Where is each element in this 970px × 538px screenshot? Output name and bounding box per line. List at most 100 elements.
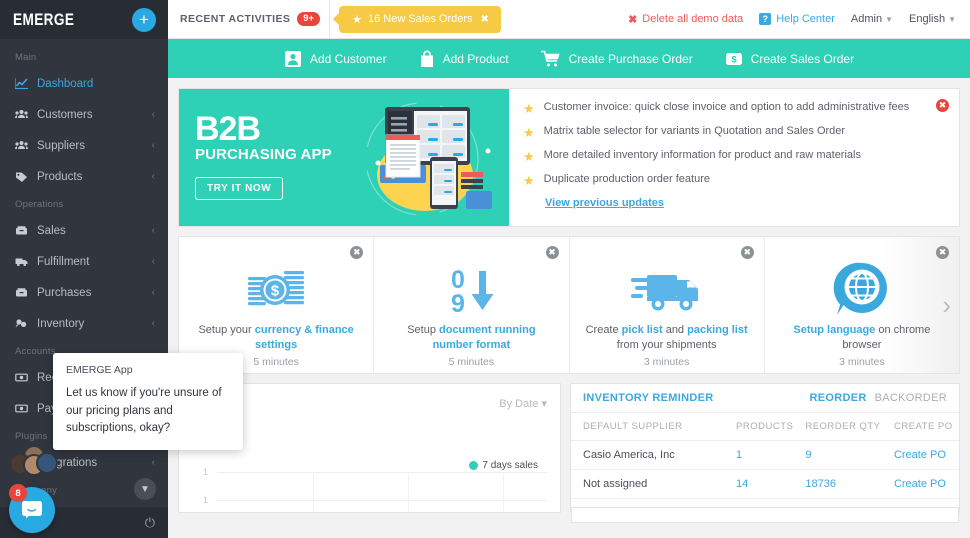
star-icon: ★ <box>523 101 535 116</box>
carousel-next-button[interactable]: › <box>942 292 951 318</box>
chart-gridline <box>408 472 409 512</box>
close-icon[interactable]: ✖ <box>936 99 949 112</box>
setup-card-link-2[interactable]: packing list <box>687 324 748 336</box>
close-icon: ✖ <box>628 13 638 26</box>
setup-card-mid: and <box>662 324 688 336</box>
add-customer-button[interactable]: Add Customer <box>284 50 387 68</box>
setup-card-link[interactable]: document running number format <box>433 324 536 351</box>
close-icon[interactable]: ✖ <box>350 246 364 259</box>
close-icon[interactable]: ✖ <box>545 246 559 259</box>
admin-menu[interactable]: Admin ▼ <box>851 13 893 25</box>
setup-card-language[interactable]: ✖ Setup language on chrome browser 3 min… <box>764 237 959 373</box>
cell-reorder-qty[interactable]: 9 <box>793 440 882 470</box>
chart-group-by-label: By Date <box>499 398 539 410</box>
create-po-link[interactable]: Create PO <box>881 440 959 470</box>
create-purchase-order-button[interactable]: Create Purchase Order <box>540 50 693 68</box>
cell-reorder-qty[interactable]: 18736 <box>793 469 882 499</box>
sidebar-item-label: Products <box>37 170 83 183</box>
setup-card-link[interactable]: currency & finance settings <box>255 324 354 351</box>
try-it-now-button[interactable]: TRY IT NOW <box>195 177 284 201</box>
setup-card-suffix: from your shipments <box>616 338 717 351</box>
svg-text:$: $ <box>271 283 280 300</box>
dollar-badge-icon: $ <box>725 52 742 65</box>
help-center-link[interactable]: ? Help Center <box>759 13 835 25</box>
sidebar-item-dashboard[interactable]: Dashboard <box>0 68 168 99</box>
chat-message-popup[interactable]: EMERGE App Let us know if you're unsure … <box>53 353 243 450</box>
b2b-promo-title: B2B <box>195 110 261 148</box>
view-previous-updates-link[interactable]: View previous updates <box>545 197 945 209</box>
chart-range-toggle[interactable]: 30D <box>192 419 547 431</box>
tab-reorder[interactable]: REORDER <box>810 392 867 404</box>
sidebar-item-purchases[interactable]: Purchases ‹ <box>0 277 168 308</box>
svg-text:9: 9 <box>451 290 465 316</box>
setup-card-link[interactable]: Setup language <box>793 324 875 336</box>
star-icon: ★ <box>523 149 535 164</box>
add-new-button[interactable]: + <box>132 7 156 32</box>
setup-card-document-number[interactable]: ✖ 0 9 Setup document running number form… <box>374 237 570 373</box>
chart-gridline <box>217 472 547 473</box>
setup-card-time: 3 minutes <box>643 355 690 368</box>
sidebar-item-fulfillment[interactable]: Fulfillment ‹ <box>0 246 168 277</box>
close-icon[interactable]: ✖ <box>936 246 949 259</box>
power-icon[interactable]: ⏻ <box>145 515 155 531</box>
delete-demo-data-button[interactable]: ✖ Delete all demo data <box>628 13 743 26</box>
chat-icon <box>22 501 42 519</box>
recent-activities[interactable]: RECENT ACTIVITIES 9+ <box>168 0 331 39</box>
update-item: ★ Customer invoice: quick close invoice … <box>523 101 945 115</box>
app-logo: EMERGE <box>13 9 75 29</box>
sidebar-item-inventory[interactable]: Inventory ‹ <box>0 308 168 339</box>
chevron-left-icon: ‹ <box>151 225 155 236</box>
close-icon[interactable]: ✖ <box>481 14 489 25</box>
sidebar-item-sales[interactable]: Sales ‹ <box>0 215 168 246</box>
close-icon[interactable]: ✖ <box>740 246 754 259</box>
b2b-promo-subtitle: PURCHASING APP <box>195 146 332 164</box>
language-menu[interactable]: English ▼ <box>909 13 956 25</box>
sidebar-item-label: Sales <box>37 224 66 237</box>
update-text: More detailed inventory information for … <box>543 149 861 161</box>
add-product-button[interactable]: Add Product <box>419 50 509 68</box>
delete-demo-data-label: Delete all demo data <box>642 13 744 25</box>
chat-launcher-button[interactable]: 8 <box>9 484 55 533</box>
sidebar-item-label: Fulfillment <box>37 255 90 268</box>
cell-products[interactable]: 14 <box>724 469 794 499</box>
sidebar-item-products[interactable]: Products ‹ <box>0 161 168 192</box>
setup-card-prefix: Create <box>585 324 622 336</box>
coins-dollar-icon: $ <box>246 263 306 317</box>
activity-ticker[interactable]: ★ 16 New Sales Orders ✖ <box>339 5 501 33</box>
tab-backorder[interactable]: BACKORDER <box>875 392 947 404</box>
product-updates-list: ✖ ★ Customer invoice: quick close invoic… <box>509 89 959 226</box>
star-icon: ★ <box>523 125 535 140</box>
content-area: B2B PURCHASING APP TRY IT NOW ✖ ★ Custom… <box>168 78 970 523</box>
chart-plot-area: 1 1 <box>203 467 547 512</box>
announcement-panel: B2B PURCHASING APP TRY IT NOW ✖ ★ Custom… <box>178 88 960 227</box>
recent-activities-label: RECENT ACTIVITIES <box>180 13 291 25</box>
chart-ytick: 1 <box>203 495 209 505</box>
create-sales-order-button[interactable]: $ Create Sales Order <box>725 50 854 68</box>
truck-icon <box>15 256 37 267</box>
b2b-promo-banner[interactable]: B2B PURCHASING APP TRY IT NOW <box>179 89 509 226</box>
cell-products[interactable]: 1 <box>724 440 794 470</box>
people-icon <box>15 140 37 151</box>
setup-card-pick-list[interactable]: ✖ Create pick list and packing list from… <box>570 237 765 373</box>
sidebar-item-label: Inventory <box>37 317 85 330</box>
legend-color-swatch <box>469 461 479 470</box>
quick-action-bar: Add Customer Add Product Create Purchase… <box>168 39 970 78</box>
money-icon <box>15 372 37 383</box>
user-badge-icon <box>284 50 301 67</box>
setup-cards-carousel: ✖ $ Setup your currency & finance settin… <box>178 236 960 374</box>
setup-card-prefix: Setup your <box>198 324 255 336</box>
column-default-supplier: DEFAULT SUPPLIER <box>571 413 725 441</box>
column-reorder-qty: REORDER QTY <box>793 413 882 441</box>
table-row: Not assigned 14 18736 Create PO <box>571 469 959 499</box>
sidebar-collapse-button[interactable]: ▼ <box>134 478 156 500</box>
add-product-label: Add Product <box>442 51 509 66</box>
sidebar-item-customers[interactable]: Customers ‹ <box>0 99 168 130</box>
setup-card-link[interactable]: pick list <box>622 324 663 336</box>
chart-group-by-dropdown[interactable]: By Date ▾ <box>499 397 547 410</box>
create-po-link[interactable]: Create PO <box>881 469 959 499</box>
sidebar-group-main: Main <box>15 52 37 63</box>
update-item: ★ More detailed inventory information fo… <box>523 149 945 163</box>
inventory-reminder-title: INVENTORY REMINDER <box>583 392 714 404</box>
setup-card-time: 3 minutes <box>839 355 885 368</box>
sidebar-item-suppliers[interactable]: Suppliers ‹ <box>0 130 168 161</box>
